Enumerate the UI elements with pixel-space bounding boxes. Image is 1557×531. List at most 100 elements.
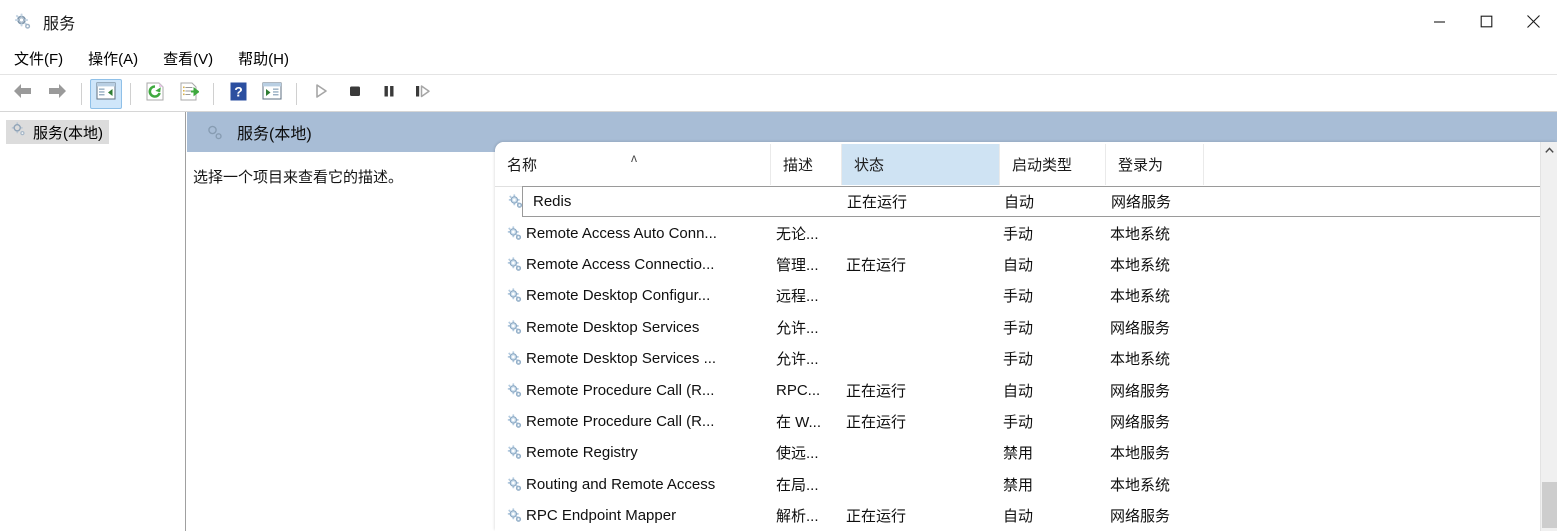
scrollbar-thumb[interactable]	[1542, 482, 1557, 528]
toolbar-properties[interactable]	[256, 79, 288, 109]
column-startup-type-label: 启动类型	[1012, 157, 1073, 174]
table-row[interactable]: Remote Procedure Call (R... 在 W... 正在运行 手动 网…	[495, 406, 1557, 437]
service-gear-icon	[505, 412, 524, 431]
maximize-button[interactable]	[1463, 0, 1510, 43]
table-row[interactable]: Remote Registry 使远... 禁用 本地服务	[495, 437, 1557, 468]
cell-logon: 网络服务	[1110, 319, 1171, 337]
toolbar-show-hide-console-tree[interactable]	[90, 78, 122, 109]
service-gear-icon	[505, 381, 524, 400]
cell-name: Remote Access Connectio...	[526, 255, 715, 273]
column-description[interactable]: 描述	[771, 144, 842, 185]
table-row[interactable]: Remote Access Auto Conn... 无论... 手动 本地系统	[495, 217, 1557, 248]
service-gear-icon	[505, 349, 524, 368]
column-name[interactable]: 名称 ᴧ	[495, 144, 771, 185]
toolbar-back[interactable]	[7, 79, 39, 109]
restart-icon	[414, 83, 432, 104]
table-row[interactable]: RPC Endpoint Mapper 解析... 正在运行 自动 网络服务	[495, 500, 1557, 531]
cell-startup: 手动	[1003, 413, 1034, 431]
column-status-label: 状态	[854, 157, 885, 174]
minimize-button[interactable]	[1416, 0, 1463, 43]
toolbar-help[interactable]: ?	[222, 79, 254, 109]
column-log-on-as-label: 登录为	[1118, 157, 1164, 174]
sidebar-item-services-local[interactable]: 服务(本地)	[6, 120, 109, 144]
table-row[interactable]: Remote Desktop Configur... 远程... 手动 本地系统	[495, 280, 1557, 311]
back-arrow-icon	[12, 82, 34, 105]
toolbar-restart-service[interactable]	[407, 79, 439, 109]
services-gear-icon	[12, 11, 34, 33]
toolbar-start-service[interactable]	[305, 79, 337, 109]
play-icon	[313, 83, 329, 104]
cell-name: Remote Procedure Call (R...	[526, 412, 715, 430]
scroll-up-arrow-icon[interactable]	[1541, 142, 1557, 159]
toolbar-stop-service[interactable]	[339, 79, 371, 109]
window-controls	[1416, 0, 1557, 43]
cell-name: Remote Registry	[526, 444, 638, 462]
cell-description: 解析...	[776, 508, 819, 526]
cell-logon: 本地服务	[1110, 445, 1171, 463]
help-icon: ?	[229, 82, 248, 106]
refresh-icon	[145, 82, 165, 106]
console-result-pane: 服务(本地) 选择一个项目来查看它的描述。 名称 ᴧ 描述 状态 启动类型 登录…	[187, 112, 1557, 531]
table-row[interactable]: Redis 正在运行 自动 网络服务	[508, 186, 1557, 218]
window-title: 服务	[43, 15, 76, 33]
properties-icon	[262, 82, 282, 105]
sort-ascending-caret-icon: ᴧ	[631, 151, 637, 165]
column-startup-type[interactable]: 启动类型	[1000, 144, 1106, 185]
cell-startup: 自动	[1004, 194, 1035, 212]
list-column-header-row: 名称 ᴧ 描述 状态 启动类型 登录为	[495, 142, 1557, 187]
service-gear-icon	[505, 224, 524, 243]
cell-name: Routing and Remote Access	[526, 475, 716, 493]
toolbar-pause-service[interactable]	[373, 79, 405, 109]
cell-logon: 本地系统	[1110, 351, 1171, 369]
cell-status: 正在运行	[846, 508, 907, 526]
toolbar-export-list[interactable]	[173, 79, 205, 109]
cell-logon: 网络服务	[1110, 382, 1171, 400]
service-gear-icon	[505, 318, 524, 337]
svg-text:?: ?	[234, 83, 243, 99]
cell-description: 允许...	[776, 319, 819, 337]
title-bar: 服务	[0, 0, 1557, 43]
vertical-scrollbar[interactable]	[1540, 142, 1557, 531]
cell-startup: 自动	[1003, 256, 1034, 274]
cell-logon: 网络服务	[1111, 194, 1172, 212]
menu-bar: 文件(F) 操作(A) 查看(V) 帮助(H)	[0, 43, 1557, 75]
toolbar-separator	[81, 82, 82, 105]
cell-startup: 禁用	[1003, 445, 1034, 463]
export-list-icon	[179, 82, 200, 106]
column-log-on-as[interactable]: 登录为	[1106, 144, 1204, 185]
cell-status: 正在运行	[846, 256, 907, 274]
console-tree-pane: 服务(本地)	[0, 112, 186, 531]
column-status[interactable]: 状态	[842, 144, 1000, 185]
service-gear-icon	[505, 475, 524, 494]
column-description-label: 描述	[783, 157, 814, 174]
description-placeholder: 选择一个项目来查看它的描述。	[193, 169, 404, 186]
table-row[interactable]: Remote Access Connectio... 管理... 正在运行 自动 本地系…	[495, 249, 1557, 280]
table-row[interactable]: Remote Desktop Services 允许... 手动 网络服务	[495, 312, 1557, 343]
cell-name: Remote Desktop Services	[526, 318, 700, 336]
show-hide-tree-icon	[96, 82, 116, 105]
table-row[interactable]: Remote Desktop Services ... 允许... 手动 本地系统	[495, 343, 1557, 374]
cell-startup: 自动	[1003, 508, 1034, 526]
cell-status: 正在运行	[846, 382, 907, 400]
close-button[interactable]	[1510, 0, 1557, 43]
service-gear-icon	[505, 506, 524, 525]
table-row[interactable]: Remote Procedure Call (R... RPC... 正在运行 自动 网…	[495, 374, 1557, 405]
cell-description: 允许...	[776, 351, 819, 369]
toolbar-forward[interactable]	[41, 79, 73, 109]
table-row[interactable]: Routing and Remote Access 在局... 禁用 本地系统	[495, 469, 1557, 500]
menu-help[interactable]: 帮助(H)	[227, 44, 300, 73]
toolbar-refresh[interactable]	[139, 79, 171, 109]
cell-name: Redis	[533, 193, 572, 211]
cell-status: 正在运行	[847, 194, 908, 212]
menu-action[interactable]: 操作(A)	[77, 44, 149, 73]
cell-name: Remote Desktop Services ...	[526, 350, 717, 368]
service-gear-icon	[505, 255, 524, 274]
services-window: 服务 文件(F) 操作(A) 查看(V) 帮助(H) ? 服务(本地) 服务(本…	[0, 0, 1557, 531]
services-gear-icon	[10, 121, 27, 143]
cell-startup: 自动	[1003, 382, 1034, 400]
cell-description: 使远...	[776, 445, 819, 463]
menu-file[interactable]: 文件(F)	[3, 44, 74, 73]
cell-name: Remote Access Auto Conn...	[526, 224, 717, 242]
service-gear-icon	[505, 443, 524, 462]
menu-view[interactable]: 查看(V)	[152, 44, 224, 73]
